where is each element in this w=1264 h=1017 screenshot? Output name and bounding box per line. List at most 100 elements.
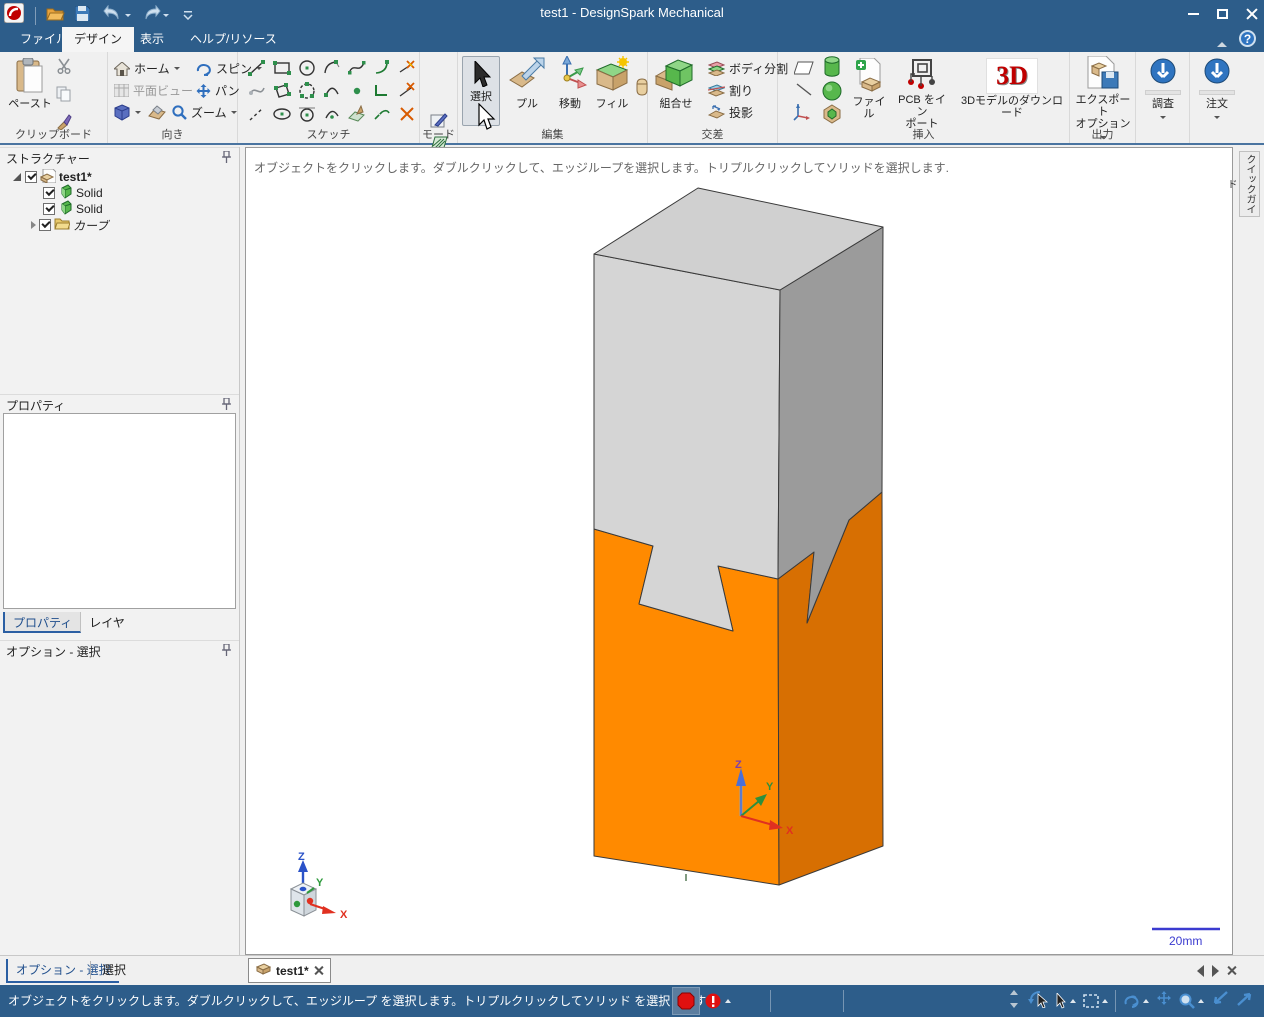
tab-scroll-right-icon[interactable] [1212,965,1219,977]
bottom-tab-select[interactable]: 選択 [94,959,134,983]
sketch-create-corner-button[interactable] [369,79,394,102]
spin-view-button[interactable] [1123,993,1149,1009]
zoom-button[interactable]: ズーム [172,104,237,121]
expander-collapsed-icon[interactable] [31,221,36,229]
sketch-point-button[interactable] [344,79,369,102]
curves-checkbox[interactable] [39,219,51,231]
error-dropdown-icon[interactable] [725,999,731,1003]
fill-tool-button[interactable]: フィル [592,56,632,110]
close-button[interactable] [1246,8,1258,20]
quick-guide-tab[interactable]: クイックガイド [1225,151,1260,217]
pan-view-button[interactable] [1156,990,1172,1012]
tab-bar-close-icon[interactable] [1227,966,1236,975]
tab-help-resources[interactable]: ヘルプ/リソース [178,27,289,52]
doc-tab-close-icon[interactable] [314,966,323,975]
select-previous-icon[interactable] [1026,990,1049,1013]
view-cube-icon [114,104,130,121]
maximize-button[interactable] [1217,8,1228,19]
tree-item-root[interactable]: test1* [12,168,92,185]
select-tool-status-button[interactable] [1055,993,1076,1009]
sketch-circle-button[interactable] [294,56,319,79]
view-mode-button[interactable] [114,104,141,121]
sketch-ellipse-button[interactable] [269,102,294,125]
sketch-tangent-arc-button[interactable] [319,56,344,79]
tree-item-curves[interactable]: カーブ [31,217,108,233]
pull-tool-button[interactable]: プル [506,56,548,110]
sketch-three-point-circle-button[interactable] [294,79,319,102]
tab-layers[interactable]: レイヤ [81,612,133,633]
tree-item-solid-1[interactable]: Solid [43,184,103,201]
sketch-three-point-rectangle-button[interactable] [269,79,294,102]
view-triad[interactable]: Z Y X [289,851,348,921]
tab-scroll-left-icon[interactable] [1197,965,1204,977]
group-label-intersect: 交差 [701,129,724,141]
sketch-construction-line-button[interactable] [244,102,269,125]
scale-bar: 20mm [1152,927,1220,948]
sketch-spline-button[interactable] [344,56,369,79]
insert-sphere-button[interactable] [822,81,842,106]
pin-icon[interactable] [222,643,231,659]
sketch-arc-button[interactable] [319,79,344,102]
home-view-button[interactable]: ホーム [114,60,180,77]
sketch-split-button[interactable] [394,79,419,102]
tab-view[interactable]: 表示 [128,27,176,52]
download-3d-model-button[interactable]: 3D 3Dモデルのダウンロード [956,58,1068,119]
sketch-tangent-circle-button[interactable] [294,102,319,125]
box-select-button[interactable] [1083,994,1108,1008]
sketch-rectangle-button[interactable] [269,56,294,79]
insert-axes-button[interactable] [792,102,812,127]
select-cursor-icon [474,59,492,88]
project-button[interactable]: 投影 [708,104,753,121]
scale-bar-label: 20mm [1169,934,1202,948]
solid1-checkbox[interactable] [43,187,55,199]
insert-plane-button[interactable] [793,60,814,80]
plan-view-button[interactable]: 平面ビュー [114,82,193,99]
tab-properties[interactable]: プロパティ [3,612,82,633]
combine-button[interactable]: 組合せ [652,56,700,110]
collapse-ribbon-icon[interactable] [1216,40,1228,48]
cut-button[interactable] [56,58,72,79]
investigate-button[interactable]: 調査 [1141,58,1185,122]
sketch-spline-edit-button[interactable] [244,79,269,102]
sketch-sweep-arc-button[interactable] [369,56,394,79]
stop-button[interactable] [672,987,700,1015]
minimize-button[interactable] [1188,12,1199,15]
help-icon[interactable]: ? [1239,30,1256,47]
zoom-in-arrow-icon[interactable] [1236,991,1254,1011]
sketch-delete-button[interactable] [394,102,419,125]
sketch-bend-button[interactable] [369,102,394,125]
sketch-line-button[interactable] [244,56,269,79]
zoom-out-arrow-icon[interactable] [1211,991,1229,1011]
model-canvas[interactable]: Z Y X Z Y X 20mm [246,148,1232,954]
split-button[interactable]: 割り [708,82,753,99]
insert-cylinder-button[interactable] [822,56,842,83]
sketch-view-button[interactable] [148,104,166,121]
split-body-button[interactable]: ボディ分割 [708,60,788,77]
home-icon [114,61,130,76]
sketch-center-arc-button[interactable] [319,102,344,125]
insert-file-button[interactable]: ファイル [848,57,890,120]
root-checkbox[interactable] [25,171,37,183]
tree-item-solid-2[interactable]: Solid [43,200,103,217]
scroll-updown-icon[interactable] [1009,989,1019,1013]
solid2-checkbox[interactable] [43,203,55,215]
order-button[interactable]: 注文 [1195,58,1239,122]
tab-design[interactable]: デザイン [62,27,135,52]
sketch-trim-button[interactable] [394,56,419,79]
insert-line-button[interactable] [796,83,812,101]
paste-button[interactable]: ペースト [8,57,52,110]
error-indicator[interactable] [705,993,731,1009]
viewport[interactable]: オブジェクトをクリックします。ダブルクリックして、エッジループを選択します。トリ… [245,147,1233,955]
pcb-import-button[interactable]: PCB をイン ポート [894,58,950,130]
sketch-projection-button[interactable] [344,102,369,125]
pin-icon[interactable] [222,150,231,166]
copy-button[interactable] [56,86,72,107]
expander-expanded-icon[interactable] [13,173,21,181]
move-tool-button[interactable]: 移動 [550,54,590,110]
document-tab-test1[interactable]: test1* [248,958,331,983]
zoom-view-button[interactable] [1179,993,1204,1009]
group-label-output: 出力 [1091,129,1114,141]
left-panel: ストラクチャー test1* Solid Solid カーブ プロパティ プロパ… [0,147,240,955]
pan-button[interactable]: パン [196,82,240,99]
pin-icon[interactable] [222,397,231,413]
